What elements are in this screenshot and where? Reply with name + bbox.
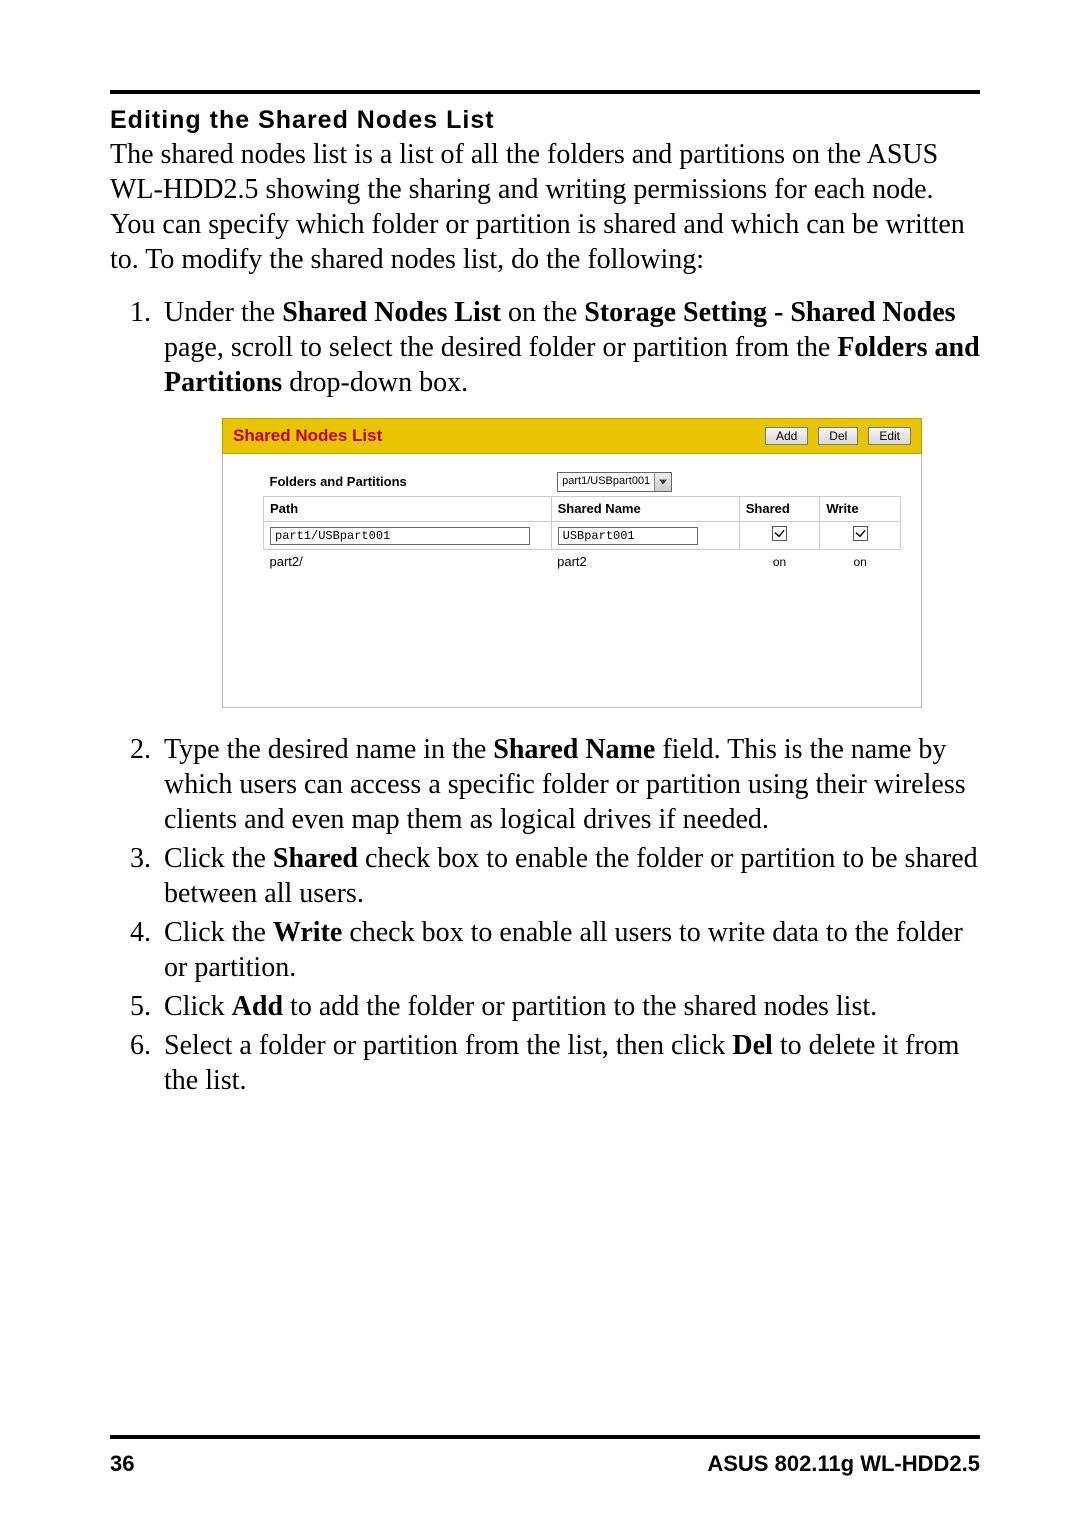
rule-top [110,90,980,94]
step-5: Click Add to add the folder or partition… [158,989,980,1024]
step3-t1: Click the [164,843,273,874]
section-heading: Editing the Shared Nodes List [110,106,980,135]
row1-write-cell [820,522,901,550]
manual-page: Editing the Shared Nodes List The shared… [0,0,1080,1529]
col-shared: Shared [739,497,820,522]
row1-path-cell [264,522,552,550]
step1-t2: on the [501,297,584,328]
dropdown-value: part1/USBpart001 [558,475,654,489]
step3-b1: Shared [273,843,358,874]
label-folders-partitions: Folders and Partitions [264,468,552,497]
rule-bottom [110,1435,980,1439]
step-4: Click the Write check box to enable all … [158,915,980,985]
folders-dropdown[interactable]: part1/USBpart001 [557,472,672,492]
steps-list: Under the Shared Nodes List on the Stora… [110,295,980,1098]
step1-b2: Storage Setting - Shared Nodes [584,297,955,328]
step2-t1: Type the desired name in the [164,734,493,765]
col-write: Write [820,497,901,522]
step-2: Type the desired name in the Shared Name… [158,732,980,837]
figure-title: Shared Nodes List [233,425,755,446]
row2-path: part2/ [264,550,552,575]
step4-b1: Write [273,917,342,948]
shared-nodes-figure: Shared Nodes List Add Del Edit Folders a… [222,418,922,708]
step5-t1: Click [164,991,232,1022]
path-input[interactable] [270,527,530,545]
step1-t1: Under the [164,297,282,328]
add-button[interactable]: Add [765,427,808,445]
step-1: Under the Shared Nodes List on the Stora… [158,295,980,708]
step5-t2: to add the folder or partition to the sh… [283,991,877,1022]
shared-checkbox[interactable] [772,526,787,541]
nodes-table: Folders and Partitions part1/USBpart001 [263,468,901,693]
step6-t1: Select a folder or partition from the li… [164,1030,732,1061]
row1-name-cell [551,522,739,550]
figure-body: Folders and Partitions part1/USBpart001 [222,454,922,708]
step1-t4: drop-down box. [282,367,468,398]
write-checkbox[interactable] [853,526,868,541]
row2-shared: on [739,550,820,575]
page-footer: 36 ASUS 802.11g WL-HDD2.5 [110,1451,980,1477]
step1-b1: Shared Nodes List [282,297,501,328]
shared-name-input[interactable] [558,527,698,545]
footer-title: ASUS 802.11g WL-HDD2.5 [707,1451,980,1477]
col-path: Path [264,497,552,522]
step2-b1: Shared Name [493,734,655,765]
figure-header: Shared Nodes List Add Del Edit [222,418,922,454]
step5-b1: Add [232,991,283,1022]
col-shared-name: Shared Name [551,497,739,522]
row1-shared-cell [739,522,820,550]
row2-name: part2 [551,550,739,575]
step-3: Click the Shared check box to enable the… [158,841,980,911]
step4-t1: Click the [164,917,273,948]
intro-paragraph: The shared nodes list is a list of all t… [110,137,980,277]
step-6: Select a folder or partition from the li… [158,1028,980,1098]
chevron-down-icon [654,473,671,491]
step1-t3: page, scroll to select the desired folde… [164,332,837,363]
edit-button[interactable]: Edit [868,427,911,445]
row2-write: on [820,550,901,575]
page-number: 36 [110,1451,134,1477]
del-button[interactable]: Del [818,427,858,445]
step6-b1: Del [732,1030,772,1061]
